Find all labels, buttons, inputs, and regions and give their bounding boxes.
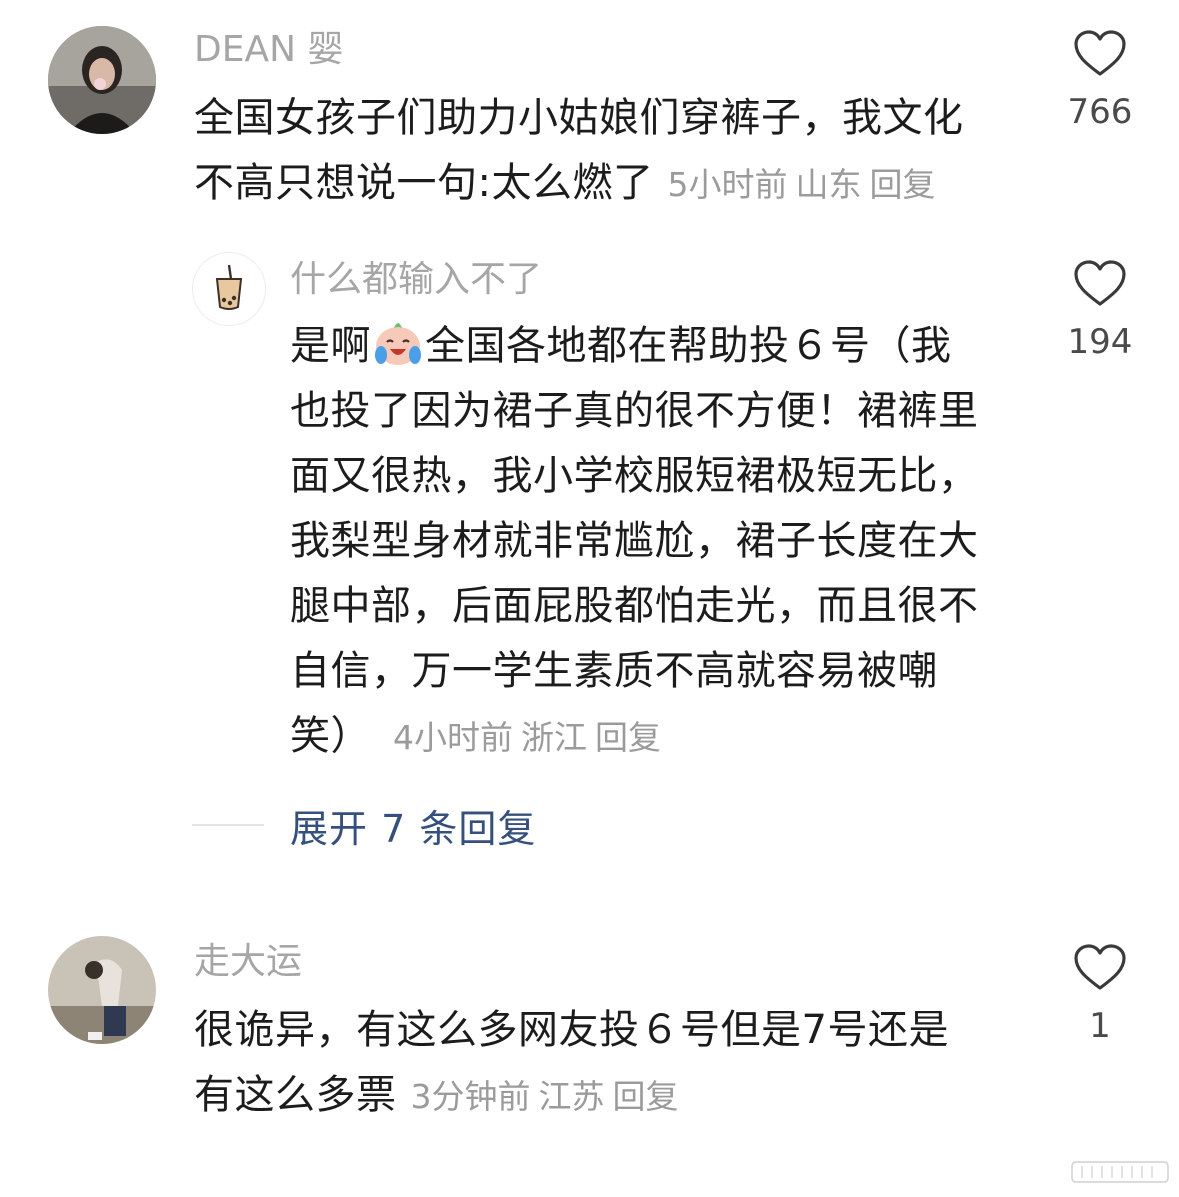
user-avatar[interactable] bbox=[192, 252, 266, 326]
comment-line: 我梨型身材就非常尴尬，裙子长度在大 bbox=[290, 518, 979, 564]
comment-line: 很诡异，有这么多网友投６号但是7号还是 bbox=[194, 1007, 949, 1053]
comment-location: 山东 bbox=[795, 165, 862, 204]
comment-line: 有这么多票 3分钟前 江苏 回复 bbox=[194, 1063, 949, 1129]
expand-replies-button[interactable]: 展开 7 条回复 bbox=[192, 795, 536, 855]
comment-location: 浙江 bbox=[521, 718, 587, 757]
like-count: 766 bbox=[1067, 92, 1133, 132]
avatar-photo bbox=[48, 26, 156, 134]
username[interactable]: 什么都输入不了 bbox=[290, 256, 542, 304]
comment-time: 5小时前 bbox=[667, 165, 788, 204]
like-button[interactable]: 766 bbox=[1040, 30, 1160, 132]
like-button[interactable]: 1 bbox=[1040, 944, 1160, 1046]
comment-line: 面又很热，我小学校服短裙极短无比， bbox=[290, 453, 979, 499]
user-avatar[interactable] bbox=[48, 26, 156, 134]
heart-icon bbox=[1074, 944, 1126, 990]
comment-text: 全国女孩子们助力小姑娘们穿裤子，我文化 不高只想说一句:太么燃了 5小时前 山东 回复 bbox=[194, 86, 964, 217]
comment-location: 江苏 bbox=[538, 1077, 605, 1116]
watermark-icon bbox=[1071, 1161, 1169, 1183]
comment-line: 全国女孩子们助力小姑娘们穿裤子，我文化 bbox=[194, 95, 964, 141]
comment-line: 笑） 4小时前 浙江 回复 bbox=[290, 704, 979, 770]
heart-icon bbox=[1074, 260, 1126, 306]
comment-line-text: 有这么多票 bbox=[194, 1072, 397, 1118]
expand-replies-label: 展开 7 条回复 bbox=[290, 806, 537, 851]
comment-line: 不高只想说一句:太么燃了 5小时前 山东 回复 bbox=[194, 151, 964, 217]
bubble-tea-icon bbox=[215, 264, 243, 310]
comment-line: 是啊 全国各地都在帮助投６号（我 bbox=[290, 314, 979, 379]
watermark-logo bbox=[1070, 1158, 1170, 1190]
comment-line-text: 笑） bbox=[290, 713, 371, 759]
like-button[interactable]: 194 bbox=[1040, 260, 1160, 362]
comment-text: 是啊 全国各地都在帮助投６号（我 也投了因为裙子真的很不方便！裙裤里 面又很热，我… bbox=[290, 314, 979, 770]
comment-line: 自信，万一学生素质不高就容易被嘲 bbox=[290, 648, 938, 694]
avatar-photo bbox=[48, 936, 156, 1044]
comment-meta: 3分钟前 江苏 回复 bbox=[397, 1077, 679, 1116]
comment-meta: 4小时前 浙江 回复 bbox=[371, 718, 661, 757]
like-count: 1 bbox=[1089, 1006, 1111, 1046]
heart-icon bbox=[1074, 30, 1126, 76]
comment-text: 很诡异，有这么多网友投６号但是7号还是 有这么多票 3分钟前 江苏 回复 bbox=[194, 998, 949, 1129]
comment-line-text: 不高只想说一句:太么燃了 bbox=[194, 160, 654, 206]
divider bbox=[192, 824, 264, 826]
comment-line: 腿中部，后面屁股都怕走光，而且很不 bbox=[290, 583, 979, 629]
comment-line: 也投了因为裙子真的很不方便！裙裤里 bbox=[290, 388, 979, 434]
reply-button[interactable]: 回复 bbox=[869, 165, 935, 204]
reply-button[interactable]: 回复 bbox=[595, 718, 661, 757]
comment-time: 4小时前 bbox=[393, 718, 513, 757]
user-avatar[interactable] bbox=[48, 936, 156, 1044]
like-count: 194 bbox=[1067, 322, 1133, 362]
comment-line-text: 全国各地都在帮助投６号（我 bbox=[425, 323, 952, 369]
comment-line-text: 是啊 bbox=[290, 323, 371, 369]
crying-laughing-emoji-icon bbox=[375, 323, 421, 365]
username[interactable]: DEAN 婴 bbox=[194, 26, 343, 74]
comment-time: 3分钟前 bbox=[410, 1077, 531, 1116]
comment-meta: 5小时前 山东 回复 bbox=[653, 165, 935, 204]
username[interactable]: 走大运 bbox=[194, 938, 302, 986]
reply-button[interactable]: 回复 bbox=[613, 1077, 679, 1116]
